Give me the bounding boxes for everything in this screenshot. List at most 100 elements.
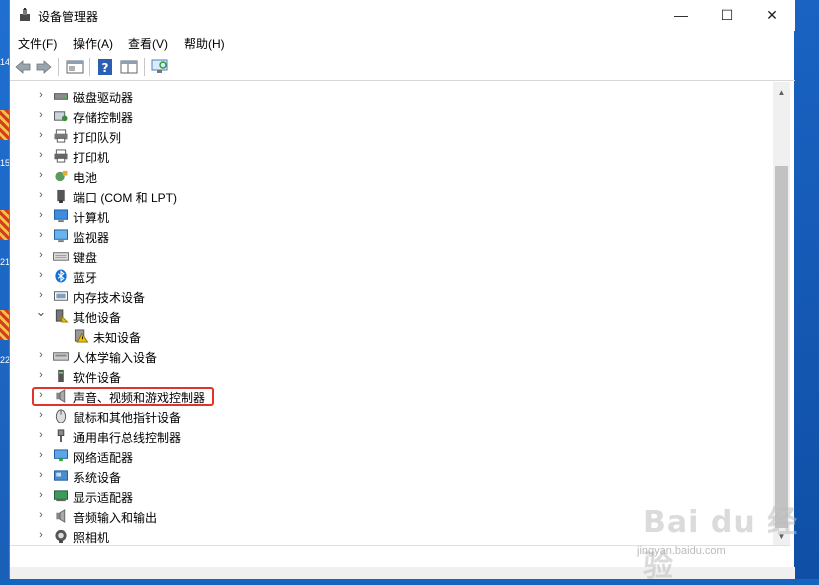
- tree-category-item[interactable]: › 存储控制器: [10, 106, 750, 126]
- tree-item-label: 打印队列: [73, 131, 122, 145]
- tree-category-item[interactable]: › 显示适配器: [10, 486, 750, 506]
- menu-help[interactable]: 帮助(H): [184, 35, 225, 52]
- minimize-button[interactable]: —: [658, 0, 704, 31]
- print-queue-icon: [54, 129, 68, 143]
- display-adapter-icon: [54, 490, 68, 502]
- close-button[interactable]: ✕: [749, 0, 795, 31]
- forward-arrow-icon[interactable]: [35, 59, 53, 75]
- battery-icon: [55, 170, 68, 182]
- audio-io-icon: [56, 509, 66, 523]
- tree-item-label: 系统设备: [73, 471, 122, 485]
- desktop-icon[interactable]: [0, 310, 9, 340]
- device-manager-app-icon: [20, 8, 30, 21]
- chevron-right-icon[interactable]: ›: [35, 268, 47, 282]
- desktop-icon-label: 22: [0, 355, 9, 365]
- system-device-icon: [54, 470, 68, 481]
- tree-category-item[interactable]: › 照相机: [10, 526, 750, 545]
- tree-category-item[interactable]: › 软件设备: [10, 366, 750, 386]
- chevron-right-icon[interactable]: ›: [35, 508, 47, 522]
- chevron-right-icon[interactable]: ›: [35, 188, 47, 202]
- maximize-button[interactable]: ☐: [704, 0, 750, 31]
- computer-icon: [54, 209, 68, 223]
- help-icon[interactable]: ?: [96, 59, 114, 75]
- device-manager-window: 设备管理器 — ☐ ✕ 文件(F) 操作(A) 查看(V) 帮助(H) ? › …: [9, 0, 795, 579]
- tree-item-label: 照相机: [73, 531, 110, 545]
- menu-view[interactable]: 查看(V): [128, 35, 168, 52]
- tree-category-item[interactable]: › 人体学输入设备: [10, 346, 750, 366]
- tree-item-label: 电池: [73, 171, 98, 185]
- tree-category-item[interactable]: › 监视器: [10, 226, 750, 246]
- desktop-left-strip: 14 15 21 22: [0, 0, 9, 579]
- scroll-up-arrow-icon[interactable]: ▲: [773, 84, 790, 101]
- tree-item-label: 显示适配器: [73, 491, 134, 505]
- tree-category-item[interactable]: › 内存技术设备: [10, 286, 750, 306]
- usb-icon: [57, 429, 65, 443]
- tree-category-item[interactable]: › 通用串行总线控制器: [10, 426, 750, 446]
- port-icon: [57, 189, 65, 203]
- tree-category-item[interactable]: › 系统设备: [10, 466, 750, 486]
- back-arrow-icon[interactable]: [14, 59, 32, 75]
- desktop-right-strip: [794, 0, 819, 579]
- tree-item-label: 监视器: [73, 231, 110, 245]
- chevron-down-icon[interactable]: ⌄: [35, 305, 47, 319]
- scan-hardware-icon[interactable]: [151, 59, 169, 75]
- title-bar[interactable]: 设备管理器 — ☐ ✕: [10, 0, 795, 31]
- console-view-icon[interactable]: [120, 59, 138, 75]
- storage-controller-icon: [53, 111, 68, 122]
- tree-category-item[interactable]: › 网络适配器: [10, 446, 750, 466]
- tree-child-item[interactable]: 未知设备: [10, 326, 750, 346]
- tree-category-item[interactable]: › 电池: [10, 166, 750, 186]
- keyboard-icon: [53, 252, 69, 261]
- toolbar-separator: [144, 58, 145, 76]
- monitor-icon: [54, 229, 68, 243]
- software-device-icon: [58, 369, 64, 383]
- chevron-right-icon[interactable]: ›: [35, 348, 47, 362]
- chevron-right-icon[interactable]: ›: [35, 88, 47, 102]
- menu-action[interactable]: 操作(A): [73, 35, 113, 52]
- tree-category-item[interactable]: › 打印机: [10, 146, 750, 166]
- tree-category-item[interactable]: › 蓝牙: [10, 266, 750, 286]
- menu-file[interactable]: 文件(F): [18, 35, 57, 52]
- chevron-right-icon[interactable]: ›: [35, 228, 47, 242]
- tree-category-item[interactable]: › 磁盘驱动器: [10, 86, 750, 106]
- tree-item-label: 通用串行总线控制器: [73, 431, 182, 445]
- chevron-right-icon[interactable]: ›: [35, 288, 47, 302]
- chevron-right-icon[interactable]: ›: [35, 368, 47, 382]
- tree-category-item[interactable]: › 计算机: [10, 206, 750, 226]
- scrollbar-thumb[interactable]: [775, 166, 788, 528]
- watermark-logo: Bai du 经验: [643, 505, 799, 584]
- tree-category-item[interactable]: › 端口 (COM 和 LPT): [10, 186, 750, 206]
- tree-category-item[interactable]: ⌄ 其他设备: [10, 305, 750, 326]
- tree-category-item[interactable]: › 鼠标和其他指针设备: [10, 406, 750, 426]
- chevron-right-icon[interactable]: ›: [35, 128, 47, 142]
- vertical-scrollbar[interactable]: ▲ ▼: [773, 82, 790, 545]
- chevron-right-icon[interactable]: ›: [35, 148, 47, 162]
- chevron-right-icon[interactable]: ›: [35, 428, 47, 442]
- chevron-right-icon[interactable]: ›: [35, 168, 47, 182]
- tree-category-item[interactable]: › 键盘: [10, 246, 750, 266]
- chevron-right-icon[interactable]: ›: [35, 108, 47, 122]
- tree-item-label: 计算机: [73, 211, 110, 225]
- chevron-right-icon[interactable]: ›: [35, 408, 47, 422]
- desktop-icon[interactable]: [0, 110, 9, 140]
- chevron-right-icon[interactable]: ›: [35, 208, 47, 222]
- tree-category-item[interactable]: › 打印队列: [10, 126, 750, 146]
- tree-category-item[interactable]: › 音频输入和输出: [10, 506, 750, 526]
- chevron-right-icon[interactable]: ›: [35, 488, 47, 502]
- tree-item-label: 其他设备: [73, 311, 122, 325]
- properties-icon[interactable]: [66, 59, 84, 75]
- watermark-url: jingyan.baidu.com: [637, 545, 726, 557]
- svg-text:?: ?: [102, 61, 109, 75]
- chevron-right-icon[interactable]: ›: [35, 448, 47, 462]
- memory-device-icon: [54, 291, 68, 301]
- chevron-right-icon[interactable]: ›: [35, 248, 47, 262]
- toolbar: ?: [10, 53, 795, 81]
- highlight-annotation-box: [32, 387, 214, 406]
- tree-item-label: 键盘: [73, 251, 98, 265]
- chevron-right-icon[interactable]: ›: [35, 468, 47, 482]
- device-tree[interactable]: › 磁盘驱动器 › 存储控制器 › 打印队列 › 打印机 › 电池 › 端口 (COM 和 LPT) ›…: [10, 82, 773, 545]
- desktop-icon[interactable]: [0, 210, 9, 240]
- hid-icon: [53, 352, 69, 361]
- chevron-right-icon[interactable]: ›: [35, 528, 47, 542]
- tree-item-label: 蓝牙: [73, 271, 98, 285]
